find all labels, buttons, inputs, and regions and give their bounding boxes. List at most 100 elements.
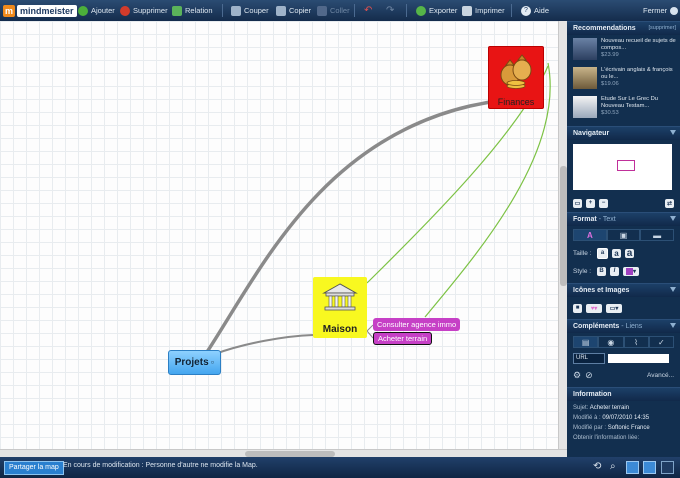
url-input[interactable] — [608, 354, 669, 363]
layout-icon[interactable]: ⇄ — [665, 198, 674, 208]
collapse-arrow-icon[interactable] — [670, 323, 676, 328]
zoom-out-icon[interactable]: − — [599, 198, 608, 208]
add-button[interactable]: Ajouter — [78, 3, 115, 18]
info-row-linked: Obtenir l'information liée: — [573, 433, 674, 443]
paste-button[interactable]: Coller — [317, 3, 350, 18]
navigator-preview[interactable] — [573, 144, 672, 190]
delete-label: Supprimer — [133, 6, 168, 15]
redo-button[interactable]: ↷ — [386, 3, 394, 18]
tab-attachments[interactable]: ⌇ — [623, 336, 649, 348]
info-value: Acheter terrain — [589, 405, 630, 411]
printer-icon — [462, 5, 472, 16]
tab-node-format[interactable]: ▣ — [606, 229, 641, 241]
toolbar-separator — [511, 4, 512, 17]
help-label: Aide — [534, 6, 550, 15]
info-row-modified-by: Modifié par : Softonic France — [573, 423, 674, 433]
complements-tabs: ▤ ◉ ⌇ ✓ — [573, 336, 674, 348]
history-icon[interactable]: ⟲ — [593, 461, 604, 472]
collapse-indicator[interactable]: ○ — [211, 360, 215, 366]
connector-projets-maison — [214, 334, 314, 355]
cut-label: Couper — [244, 6, 269, 15]
font-size-small[interactable]: a — [597, 247, 608, 259]
italic-button[interactable]: I — [610, 266, 619, 276]
info-label: Modifié à : — [573, 415, 601, 421]
recommendation-item[interactable]: Etude Sur Le Grec Du Nouveau Testam... $3… — [567, 93, 680, 122]
book-cover-image — [573, 96, 597, 118]
remove-link-icon[interactable]: ⊘ — [585, 370, 593, 381]
settings-icon[interactable] — [661, 461, 674, 474]
image-picker-button[interactable]: ▭▾ — [606, 303, 622, 313]
gear-icon[interactable]: ⚙ — [573, 370, 581, 381]
information-header[interactable]: Information — [567, 387, 680, 401]
node-consulter-agence[interactable]: Consulter agence immo — [373, 318, 461, 331]
info-row-subject: Sujet: Acheter terrain — [573, 403, 674, 413]
link-actions-row: ⚙ ⊘ Avancé... — [567, 366, 680, 384]
vertical-scroll-thumb[interactable] — [560, 166, 567, 286]
icons-header[interactable]: Icônes et Images — [567, 283, 680, 297]
font-size-large[interactable]: a — [625, 248, 634, 259]
tab-map-format[interactable]: ▬ — [640, 229, 675, 241]
text-format-icon: A — [586, 230, 593, 240]
node-maison-label: Maison — [322, 324, 358, 335]
help-button[interactable]: ? Aide — [521, 3, 549, 18]
node-acheter-terrain[interactable]: Acheter terrain — [373, 332, 433, 345]
recommendation-price: $30.53 — [601, 110, 619, 116]
font-size-medium[interactable]: a — [612, 248, 621, 258]
navigator-header[interactable]: Navigateur — [567, 126, 680, 140]
tab-text-format[interactable]: A — [573, 229, 607, 241]
icon-picker-button[interactable]: ■ — [573, 303, 582, 313]
navigator-controls: ▭ + − ⇄ — [567, 194, 680, 212]
map-canvas[interactable] — [0, 21, 558, 449]
undo-icon: ↶ — [364, 5, 373, 16]
collapse-arrow-icon[interactable] — [670, 287, 676, 292]
copy-label: Copier — [289, 6, 312, 15]
node-maison[interactable]: Maison — [313, 277, 367, 338]
print-button[interactable]: Imprimer — [462, 3, 505, 18]
recommendation-item[interactable]: L'écrivain anglais & françois ou le... $1… — [567, 64, 680, 93]
export-label: Exporter — [429, 6, 458, 15]
recommendation-price: $19.06 — [601, 81, 619, 87]
advanced-link[interactable]: Avancé... — [647, 372, 674, 379]
collapse-arrow-icon[interactable] — [670, 216, 676, 221]
complements-header[interactable]: Compléments - Liens — [567, 319, 680, 333]
tab-links[interactable]: ◉ — [598, 336, 624, 348]
money-bags-icon — [500, 54, 532, 89]
format-header[interactable]: Format - Text — [567, 212, 680, 226]
edit-status-text: En cours de modification : Personne d'au… — [63, 462, 258, 469]
url-type-select[interactable]: URL — [573, 353, 605, 364]
navigator-viewport[interactable] — [617, 160, 635, 171]
toolbar-separator — [222, 4, 223, 17]
export-button[interactable]: Exporter — [416, 3, 457, 18]
side-panel: Recommendations [supprimer] Nouveau recu… — [567, 21, 680, 457]
fullscreen-icon[interactable] — [643, 461, 656, 474]
recommendation-item[interactable]: Nouveau recueil de sujets de compos... $2… — [567, 35, 680, 64]
presentation-icon[interactable] — [626, 461, 639, 474]
copy-button[interactable]: Copier — [276, 3, 311, 18]
relation-button[interactable]: Relation — [172, 3, 213, 18]
heart-icon[interactable]: ♥▾ — [586, 303, 602, 313]
url-row: URL — [567, 351, 680, 366]
delete-button[interactable]: Supprimer — [120, 3, 168, 18]
bold-button[interactable]: B — [597, 266, 606, 276]
fit-map-icon[interactable]: ▭ — [573, 198, 582, 208]
info-label: Modifié par : — [573, 425, 607, 431]
recommendations-header[interactable]: Recommendations [supprimer] — [567, 21, 680, 35]
redo-icon: ↷ — [386, 5, 395, 16]
search-icon[interactable]: ⌕ — [610, 461, 621, 472]
icons-title: Icônes et Images — [573, 287, 630, 294]
recommendation-title: Etude Sur Le Grec Du Nouveau Testam... — [601, 96, 659, 109]
paperclip-icon: ⌇ — [634, 337, 639, 347]
undo-button[interactable]: ↶ — [364, 3, 372, 18]
zoom-in-icon[interactable]: + — [586, 198, 595, 208]
share-map-button[interactable]: Partager la map — [4, 461, 64, 475]
tab-notes[interactable]: ▤ — [573, 336, 599, 348]
remove-recommendations-link[interactable]: [supprimer] — [648, 25, 676, 31]
node-finances[interactable]: Finances — [488, 46, 544, 109]
text-color-picker[interactable]: ▾ — [623, 266, 639, 276]
cut-button[interactable]: Couper — [231, 3, 269, 18]
collapse-arrow-icon[interactable] — [670, 130, 676, 135]
root-node-label: Projets — [174, 357, 209, 368]
root-node-projets[interactable]: Projets ○ — [168, 350, 221, 375]
close-button[interactable]: Fermer — [643, 3, 679, 18]
tab-tasks[interactable]: ✓ — [648, 336, 674, 348]
